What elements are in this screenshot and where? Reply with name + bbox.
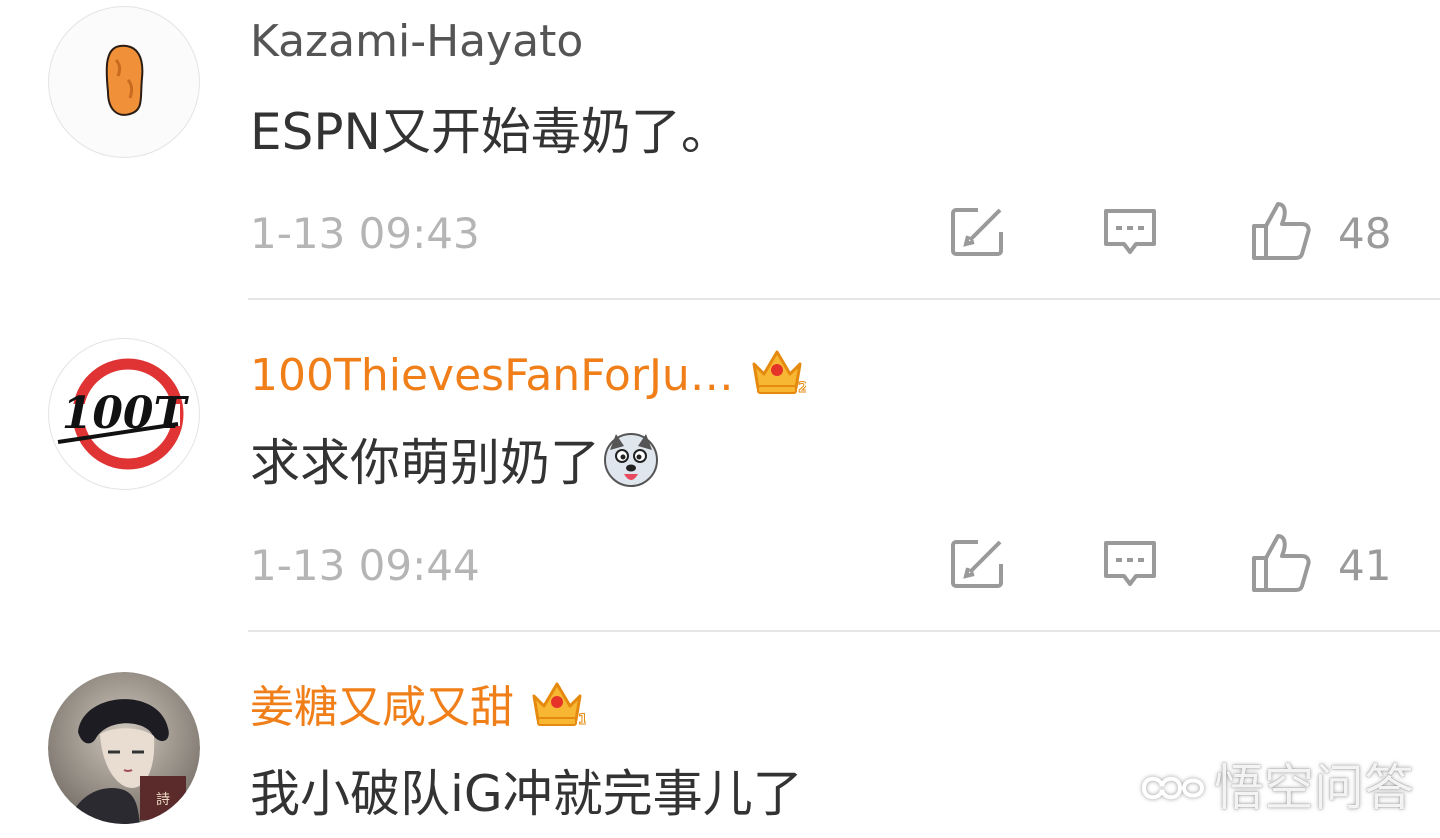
comment-username[interactable]: 100ThievesFanForJu… 2	[250, 346, 806, 404]
reply-button[interactable]	[1102, 538, 1158, 592]
crown-level-1-icon: 1	[532, 682, 586, 728]
avatar[interactable]: 詩	[48, 672, 200, 824]
comment-username[interactable]: 姜糖又咸又甜 1	[250, 678, 586, 736]
comment-text: ESPN又开始毒奶了。	[250, 103, 731, 161]
comment-time: 1-13 09:43	[250, 209, 480, 258]
like-button[interactable]	[1250, 532, 1312, 594]
divider	[248, 298, 1440, 300]
thumbs-up-icon	[1252, 202, 1311, 260]
comment-list: Kazami-Hayato ESPN又开始毒奶了。 1-13 09:43 48	[0, 0, 1440, 838]
like-button[interactable]	[1250, 200, 1312, 262]
comment-text: 求求你萌别奶了	[250, 430, 660, 495]
comment-username[interactable]: Kazami-Hayato	[250, 14, 583, 70]
edit-share-icon	[951, 540, 1003, 588]
orange-nugget-avatar-icon	[49, 7, 199, 157]
comment-bubble-icon	[1104, 209, 1156, 254]
comment-text: 我小破队iG冲就完事儿了	[250, 765, 803, 823]
svg-text:1: 1	[578, 712, 586, 728]
divider	[248, 630, 1440, 632]
anime-character-avatar-icon: 詩	[48, 672, 200, 824]
comment-bubble-icon	[1104, 541, 1156, 586]
reply-button[interactable]	[1102, 206, 1158, 260]
thumbs-up-icon	[1252, 534, 1311, 592]
watermark: 悟空问答	[1140, 758, 1414, 818]
share-button[interactable]	[950, 206, 1006, 258]
share-button[interactable]	[950, 538, 1006, 590]
svg-text:2: 2	[798, 380, 806, 396]
svg-text:詩: 詩	[156, 792, 170, 808]
husky-dog-emoji-icon	[604, 433, 658, 487]
comment-time: 1-13 09:44	[250, 541, 480, 590]
like-count: 48	[1338, 209, 1392, 258]
like-count: 41	[1338, 541, 1392, 590]
watermark-text: 悟空问答	[1214, 759, 1414, 817]
avatar[interactable]	[48, 6, 200, 158]
100-thieves-logo-avatar-icon: 100T	[49, 339, 199, 489]
edit-share-icon	[951, 208, 1003, 256]
crown-level-2-icon: 2	[752, 350, 806, 396]
avatar[interactable]: 100T	[48, 338, 200, 490]
wukong-logo-icon	[1141, 776, 1205, 800]
